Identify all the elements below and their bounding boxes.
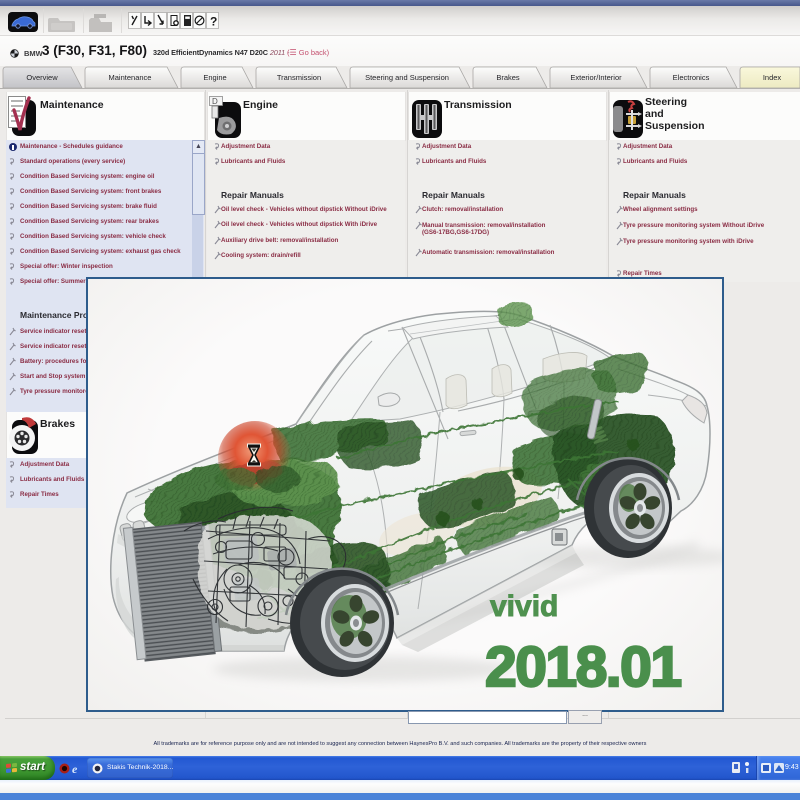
svg-text:Index: Index — [763, 73, 782, 82]
svg-text:2018.01: 2018.01 — [485, 635, 681, 699]
svg-text:Engine: Engine — [203, 73, 226, 82]
svg-text:Overview: Overview — [26, 73, 58, 82]
svg-text:Steering and Suspension: Steering and Suspension — [365, 73, 449, 82]
svg-text:Transmission: Transmission — [277, 73, 321, 82]
svg-text:e: e — [72, 762, 78, 775]
svg-text:Exterior/Interior: Exterior/Interior — [570, 73, 622, 82]
svg-text:Maintenance: Maintenance — [109, 73, 152, 82]
svg-text:D: D — [212, 97, 218, 106]
svg-text:?: ? — [210, 15, 217, 29]
svg-text:Brakes: Brakes — [496, 73, 520, 82]
svg-text:vivid: vivid — [490, 590, 558, 623]
svg-text:Electronics: Electronics — [673, 73, 710, 82]
